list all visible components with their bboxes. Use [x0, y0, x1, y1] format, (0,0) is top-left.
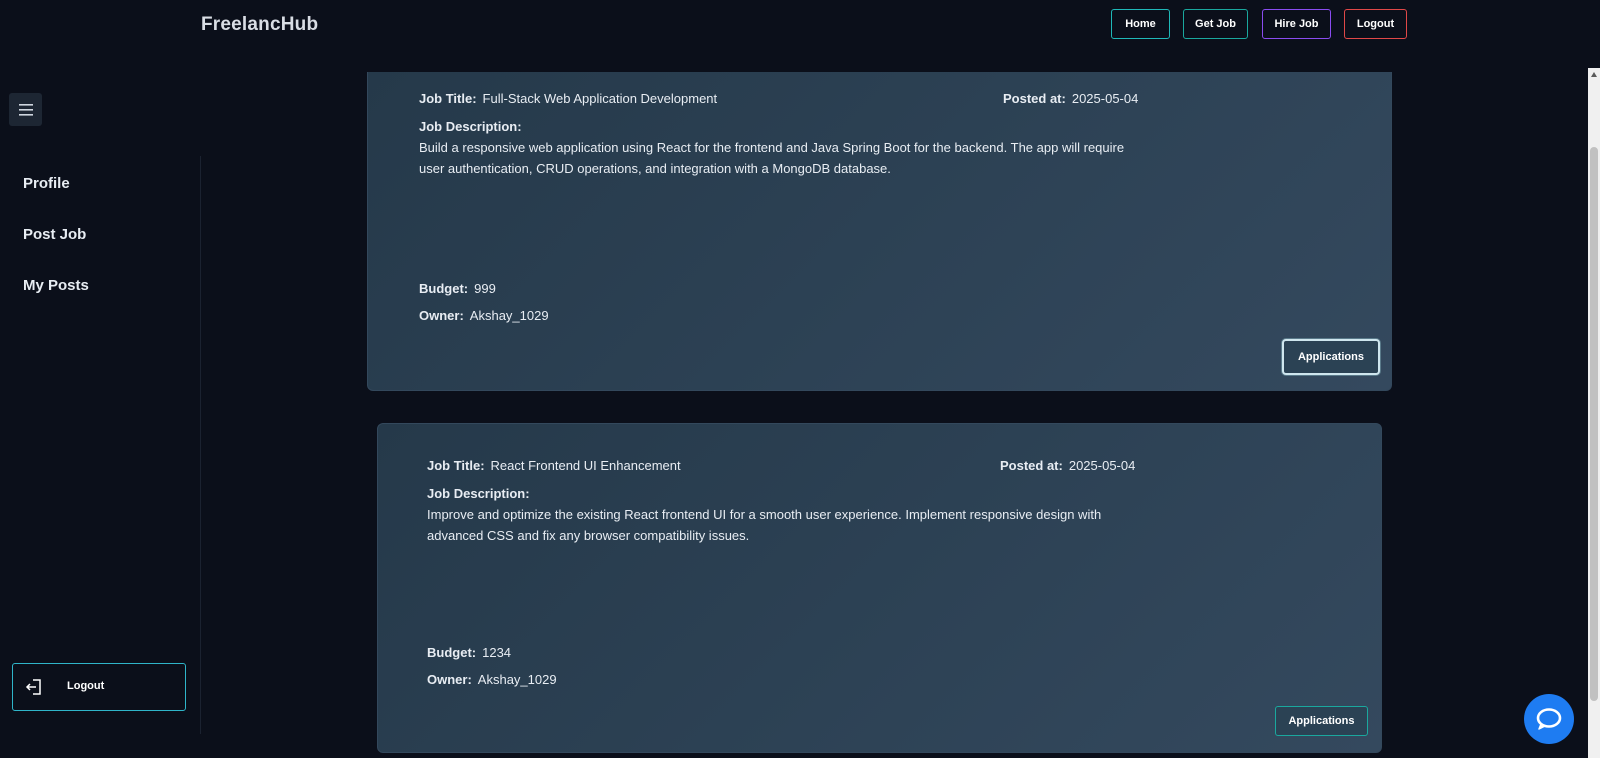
budget-field: Budget: 999 [419, 281, 496, 296]
posted-at-label: Posted at: [1003, 91, 1066, 106]
job-title-label: Job Title: [419, 91, 477, 106]
job-title-value: Full-Stack Web Application Development [482, 91, 718, 106]
owner-label: Owner: [427, 672, 472, 687]
job-description-text: Improve and optimize the existing React … [427, 507, 1102, 543]
page: FreelancHub Home Get Job Hire Job Logout… [0, 0, 1600, 758]
nav-logout-button[interactable]: Logout [1344, 9, 1407, 39]
nav-home-button[interactable]: Home [1111, 9, 1170, 39]
job-description-label: Job Description: [419, 119, 522, 134]
sidebar-logout-label: Logout [67, 680, 105, 692]
sidebar-item-profile[interactable]: Profile [23, 175, 70, 192]
owner-value: Akshay_1029 [469, 308, 549, 323]
job-description-label: Job Description: [427, 486, 530, 501]
job-title-label: Job Title: [427, 458, 485, 473]
job-card: Job Title: Full-Stack Web Application Dev… [367, 72, 1392, 391]
owner-field: Owner: Akshay_1029 [419, 308, 549, 323]
sidebar-item-post-job[interactable]: Post Job [23, 226, 86, 243]
budget-label: Budget: [427, 645, 477, 660]
hamburger-lines [18, 103, 33, 116]
owner-value: Akshay_1029 [477, 672, 557, 687]
logout-icon [25, 679, 41, 695]
nav-hire-job-button[interactable]: Hire Job [1262, 9, 1331, 39]
applications-button[interactable]: Applications [1282, 339, 1380, 375]
nav-get-job-button[interactable]: Get Job [1183, 9, 1248, 39]
chat-button[interactable] [1524, 694, 1574, 744]
hamburger-menu-icon[interactable] [9, 93, 42, 126]
job-title-field: Job Title: React Frontend UI Enhancement [427, 458, 681, 473]
budget-value: 1234 [482, 645, 512, 660]
posted-at-value: 2025-05-04 [1071, 91, 1139, 106]
brand-logo[interactable]: FreelancHub [201, 14, 318, 36]
job-title-field: Job Title: Full-Stack Web Application Dev… [419, 91, 717, 106]
posted-at-label: Posted at: [1000, 458, 1063, 473]
sidebar-divider [200, 156, 201, 734]
posted-at-field: Posted at: 2025-05-04 [1000, 458, 1135, 473]
applications-button[interactable]: Applications [1275, 706, 1368, 736]
job-description-text: Build a responsive web application using… [419, 140, 1125, 176]
top-navbar: FreelancHub Home Get Job Hire Job Logout [0, 0, 1600, 52]
job-card: Job Title: React Frontend UI Enhancement … [377, 423, 1382, 753]
scrollbar-thumb[interactable] [1590, 147, 1598, 701]
owner-label: Owner: [419, 308, 464, 323]
chat-bubble-icon [1536, 708, 1562, 730]
budget-value: 999 [474, 281, 496, 296]
budget-field: Budget: 1234 [427, 645, 511, 660]
posted-at-value: 2025-05-04 [1068, 458, 1136, 473]
job-title-value: React Frontend UI Enhancement [490, 458, 681, 473]
scroll-up-arrow-icon[interactable] [1591, 72, 1597, 77]
posted-at-field: Posted at: 2025-05-04 [1003, 91, 1138, 106]
owner-field: Owner: Akshay_1029 [427, 672, 557, 687]
sidebar-item-my-posts[interactable]: My Posts [23, 277, 89, 294]
sidebar-logout-button[interactable]: Logout [12, 663, 186, 711]
budget-label: Budget: [419, 281, 469, 296]
